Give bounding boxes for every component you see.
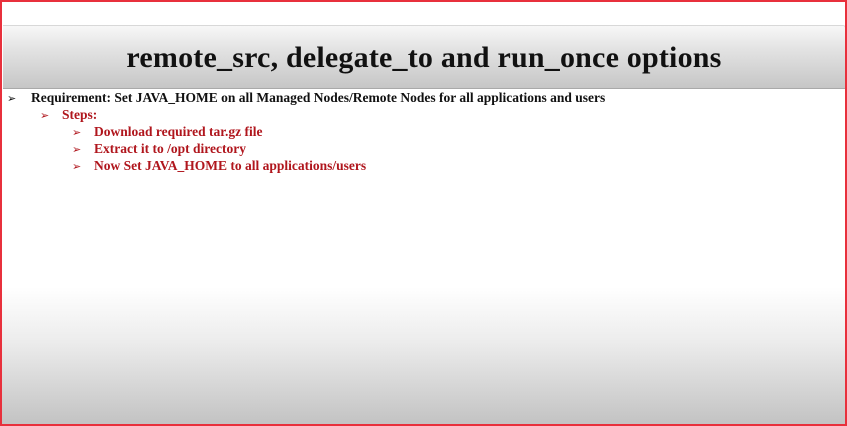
requirement-text: Requirement: Set JAVA_HOME on all Manage… <box>31 90 606 105</box>
slide: remote_src, delegate_to and run_once opt… <box>0 0 847 426</box>
arrow-bullet-icon: ➢ <box>72 160 82 173</box>
step-item: ➢ Download required tar.gz file <box>72 124 263 141</box>
requirement-bullet: ➢ Requirement: Set JAVA_HOME on all Mana… <box>7 90 605 107</box>
arrow-bullet-icon: ➢ <box>72 126 82 139</box>
step-text: Extract it to /opt directory <box>94 141 246 156</box>
title-bar: remote_src, delegate_to and run_once opt… <box>3 25 845 89</box>
step-text: Now Set JAVA_HOME to all applications/us… <box>94 158 367 173</box>
slide-title: remote_src, delegate_to and run_once opt… <box>126 41 722 74</box>
arrow-bullet-icon: ➢ <box>7 92 17 105</box>
arrow-bullet-icon: ➢ <box>72 143 82 156</box>
step-text: Download required tar.gz file <box>94 124 263 139</box>
step-item: ➢ Now Set JAVA_HOME to all applications/… <box>72 158 366 175</box>
steps-bullet: ➢ Steps: <box>40 107 97 124</box>
step-item: ➢ Extract it to /opt directory <box>72 141 246 158</box>
arrow-bullet-icon: ➢ <box>40 109 50 122</box>
steps-label: Steps: <box>62 107 98 122</box>
